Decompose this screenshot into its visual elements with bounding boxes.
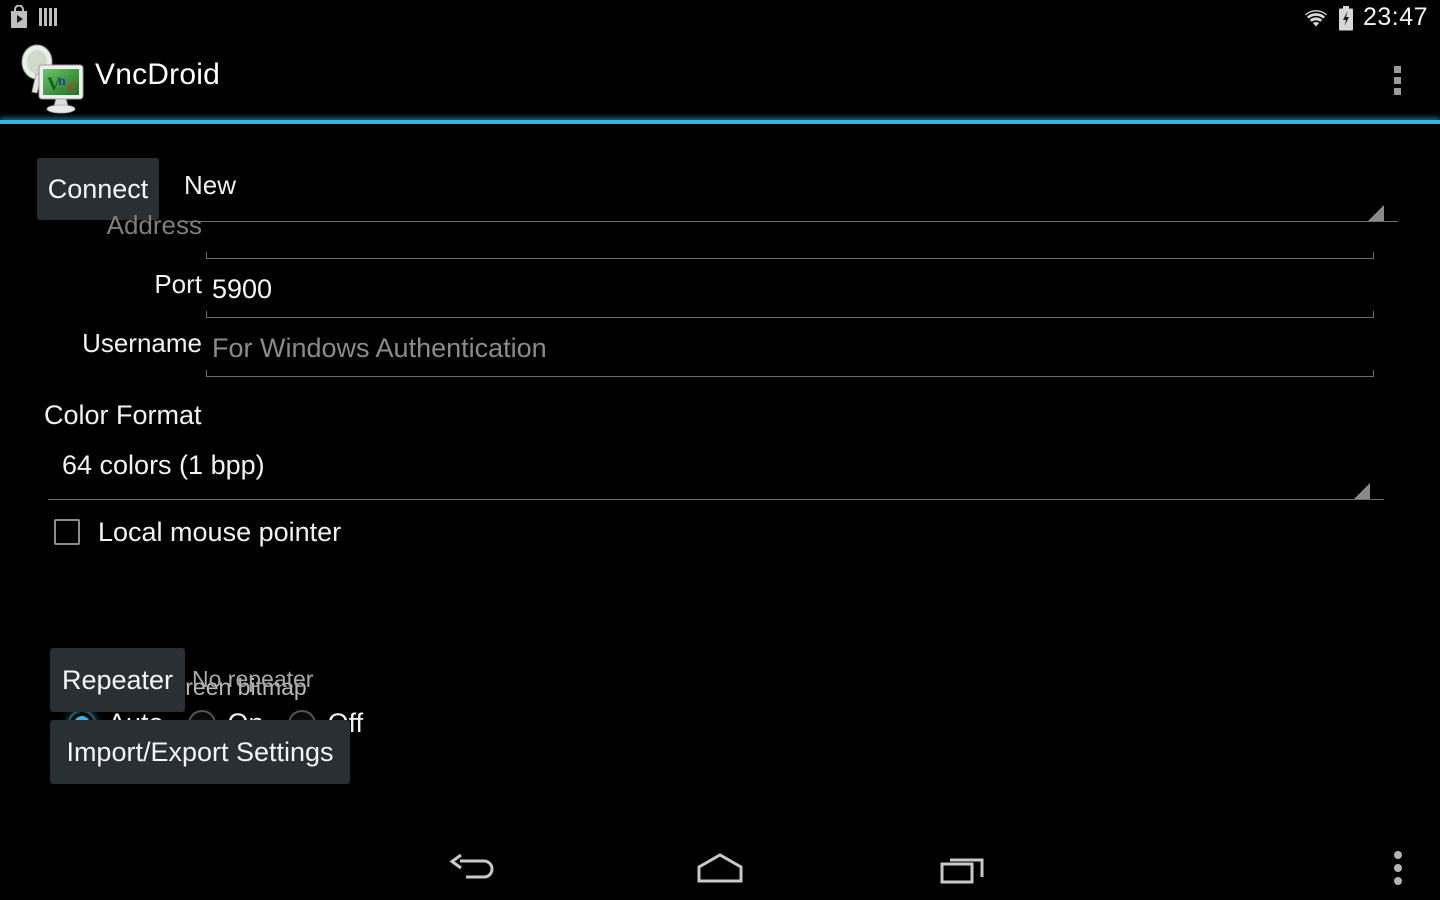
back-button[interactable] [416,836,536,900]
username-input[interactable] [206,320,1374,376]
local-mouse-pointer-checkbox[interactable]: Local mouse pointer [54,510,341,554]
svg-text:C: C [67,80,78,96]
color-format-spinner[interactable]: 64 colors (1 bpp) [48,444,1384,500]
address-underline [206,252,1374,259]
svg-text:n: n [58,74,66,89]
back-arrow-icon [449,853,494,879]
vncdroid-app-icon: V n C [21,44,84,114]
local-mouse-pointer-label: Local mouse pointer [98,516,342,547]
battery-charging-icon [1338,5,1353,30]
status-bar-system-icons: 23:47 [1303,0,1428,36]
bars-icon [39,8,57,26]
port-input[interactable] [206,261,1374,317]
play-store-icon [11,5,27,28]
username-label: Username [82,328,202,358]
address-label: Address [106,210,202,240]
connection-settings-form: Connect New Address Port Username Color … [0,124,1440,836]
android-screen: 23:47 V n C VncDroid Connect New Address… [0,0,1440,900]
port-field-row: Port [0,261,1440,321]
import-export-settings-button[interactable]: Import/Export Settings [50,720,350,784]
port-underline [206,311,1374,318]
status-bar: 23:47 [0,0,1440,36]
profile-spinner-value: New [184,170,237,200]
checkbox-unchecked-icon [54,519,80,545]
spinner-triangle-icon [1354,483,1370,499]
repeater-button[interactable]: Repeater [50,648,185,712]
color-format-underline [48,499,1384,500]
address-field-row: Address [0,202,1440,262]
port-label: Port [154,269,202,299]
navigation-bar [0,836,1440,900]
legacy-menu-icon[interactable] [1372,836,1424,900]
color-format-heading: Color Format [44,400,202,430]
status-bar-clock: 23:47 [1362,2,1428,31]
recents-button[interactable] [904,836,1024,900]
overflow-menu-icon[interactable] [1376,58,1418,102]
repeater-status: No repeater [192,666,314,692]
wifi-icon [1304,10,1327,27]
home-icon [697,853,743,883]
action-bar: V n C VncDroid [0,36,1440,122]
status-bar-notification-icons [8,5,58,29]
username-field-row: Username [0,320,1440,380]
recents-icon [940,858,984,884]
address-input[interactable] [206,202,1374,258]
home-button[interactable] [660,836,780,900]
username-underline [206,370,1374,377]
color-format-value: 64 colors (1 bpp) [62,450,265,480]
page-title: VncDroid [95,58,220,91]
